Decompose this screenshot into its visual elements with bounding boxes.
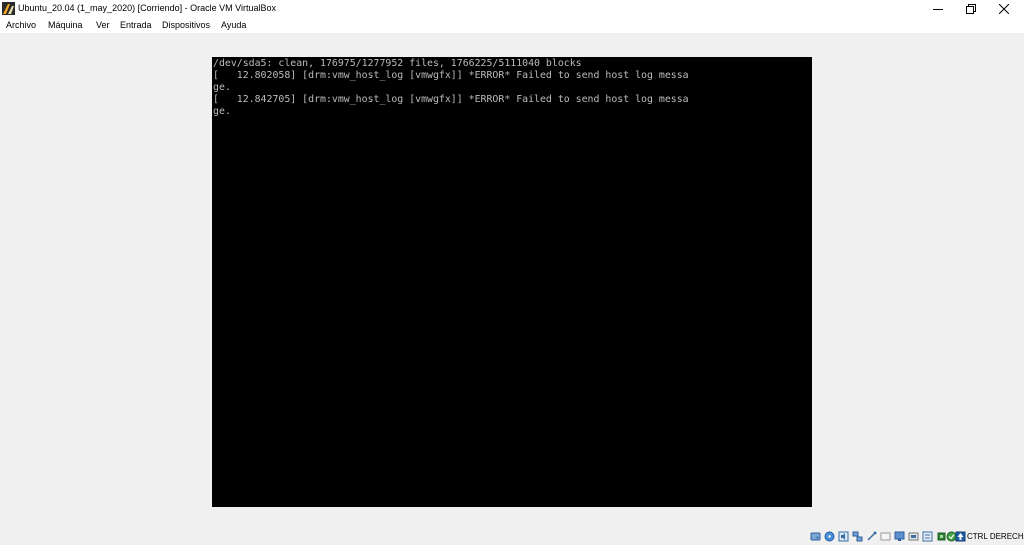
- menu-archivo[interactable]: Archivo: [6, 19, 36, 31]
- menu-ver[interactable]: Ver: [96, 19, 110, 31]
- menu-bar: Archivo Máquina Ver Entrada Dispositivos…: [0, 17, 1024, 33]
- console-output: /dev/sda5: clean, 176975/1277952 files, …: [213, 58, 689, 118]
- console-line: ge.: [213, 82, 231, 93]
- title-bar: Ubuntu_20.04 (1_may_2020) [Corriendo] - …: [0, 0, 1024, 17]
- close-button[interactable]: [988, 0, 1020, 17]
- network-icon[interactable]: [852, 531, 863, 542]
- window-title: Ubuntu_20.04 (1_may_2020) [Corriendo] - …: [18, 3, 276, 13]
- menu-ayuda[interactable]: Ayuda: [221, 19, 246, 31]
- recording-icon[interactable]: [922, 531, 933, 542]
- minimize-icon: [933, 8, 943, 10]
- shared-folders-icon[interactable]: [880, 531, 891, 542]
- restore-icon: [966, 3, 976, 14]
- audio-icon[interactable]: [838, 531, 849, 542]
- console-line: [ 12.802058] [drm:vmw_host_log [vmwgfx]]…: [213, 70, 689, 81]
- hard-disk-icon[interactable]: [810, 531, 821, 542]
- optical-drive-icon[interactable]: [824, 531, 835, 542]
- restore-button[interactable]: [955, 0, 987, 17]
- mouse-integration-icon[interactable]: [955, 531, 966, 542]
- minimize-button[interactable]: [922, 0, 954, 17]
- vm-display-area: /dev/sda5: clean, 176975/1277952 files, …: [0, 33, 1024, 527]
- menu-dispositivos[interactable]: Dispositivos: [162, 19, 210, 31]
- video-capture-icon[interactable]: [908, 531, 919, 542]
- status-bar: CTRL DERECHA: [0, 527, 1024, 545]
- vm-screen[interactable]: /dev/sda5: clean, 176975/1277952 files, …: [212, 57, 812, 507]
- console-line: /dev/sda5: clean, 176975/1277952 files, …: [213, 58, 582, 69]
- virtualbox-app-icon: [2, 2, 15, 15]
- console-line: ge.: [213, 106, 231, 117]
- close-icon: [999, 3, 1009, 14]
- console-line: [ 12.842705] [drm:vmw_host_log [vmwgfx]]…: [213, 94, 689, 105]
- host-key-label[interactable]: CTRL DERECHA: [967, 531, 1024, 542]
- display-icon[interactable]: [894, 531, 905, 542]
- menu-entrada[interactable]: Entrada: [120, 19, 152, 31]
- menu-maquina[interactable]: Máquina: [48, 19, 83, 31]
- usb-icon[interactable]: [866, 531, 877, 542]
